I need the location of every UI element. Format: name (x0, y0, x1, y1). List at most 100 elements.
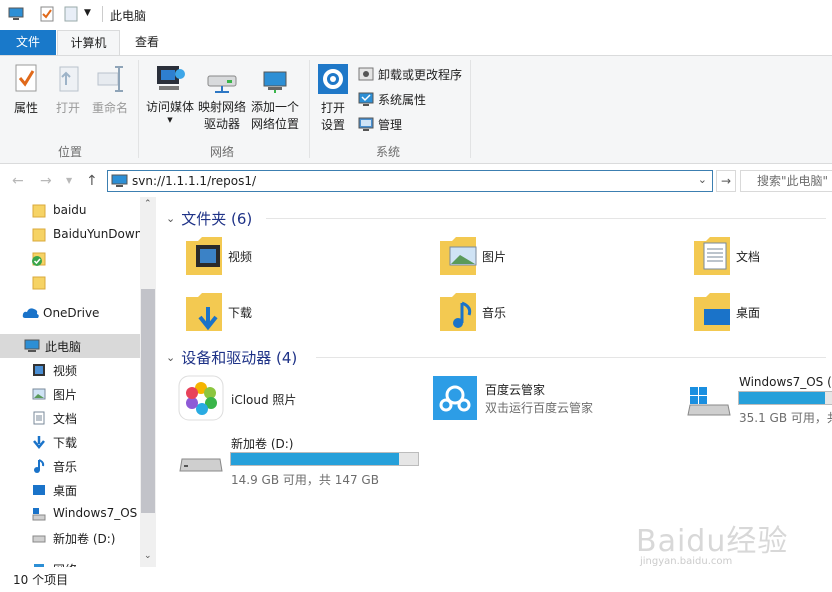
properties-icon (15, 64, 37, 92)
nav-item-desktop[interactable]: 桌面 (0, 478, 140, 502)
nav-item-windows7-os[interactable]: Windows7_OS (0, 502, 140, 526)
system-properties-button[interactable]: 系统属性 (358, 88, 426, 110)
group-separator (138, 60, 139, 158)
recent-dropdown-icon[interactable]: ▼ (66, 176, 72, 185)
drive-usage-fill (231, 453, 400, 465)
open-settings-button[interactable]: 打开 设置 (314, 63, 352, 134)
open-button[interactable]: 打开 (52, 63, 84, 117)
computer-icon[interactable] (8, 7, 24, 21)
title-bar: ▼ 此电脑 (0, 0, 832, 30)
status-bar: 10 个项目 (0, 567, 832, 592)
map-network-drive-button[interactable]: 映射网络 驱动器 (196, 70, 248, 133)
nav-item-baidu[interactable]: baidu (0, 199, 140, 223)
up-arrow-icon[interactable]: ↑ (86, 173, 98, 189)
folder-downloads[interactable]: 下载 (184, 289, 424, 339)
music-folder-icon (440, 293, 476, 331)
new-folder-icon[interactable] (64, 6, 78, 22)
open-icon (59, 66, 79, 92)
video-folder-icon (186, 237, 222, 275)
folder-icon (32, 204, 46, 218)
scroll-down-icon[interactable]: ⌄ (144, 551, 152, 561)
drive-icon (179, 458, 223, 472)
nav-item-folder[interactable] (0, 271, 140, 295)
device-icloud-photos[interactable]: iCloud 照片 (178, 375, 418, 425)
scroll-up-icon[interactable]: ⌃ (144, 199, 152, 209)
device-windows7-os[interactable]: Windows7_OS (C 35.1 GB 可用，共 (686, 375, 832, 425)
window-title: 此电脑 (110, 9, 147, 23)
section-folders-title: 文件夹 (6) (181, 209, 253, 228)
collapse-chevron-icon[interactable]: ⌄ (166, 351, 175, 364)
drive-usage-bar (738, 391, 832, 405)
picture-icon (32, 388, 46, 400)
nav-item-onedrive[interactable]: OneDrive (0, 302, 130, 326)
group-separator (470, 60, 471, 158)
add-network-location-button[interactable]: 添加一个 网络位置 (248, 70, 302, 133)
folder-icon (32, 228, 46, 242)
folder-videos[interactable]: 视频 (184, 233, 424, 283)
search-input[interactable]: 搜索"此电脑" (740, 170, 832, 192)
uninstall-programs-button[interactable]: 卸载或更改程序 (358, 63, 462, 85)
drive-icon (32, 535, 46, 543)
document-folder-icon (694, 237, 730, 275)
group-label-location: 位置 (57, 145, 82, 159)
refresh-button[interactable]: → (716, 170, 736, 192)
download-folder-icon (186, 293, 222, 331)
customize-dropdown-icon[interactable]: ▼ (84, 8, 91, 18)
properties-button[interactable]: 属性 (8, 63, 44, 117)
folder-icon (32, 276, 46, 290)
item-count: 10 个项目 (13, 573, 69, 587)
picture-folder-icon (440, 237, 477, 275)
nav-scrollbar[interactable]: ⌃ ⌄ (140, 197, 156, 567)
group-separator (309, 60, 310, 158)
tab-view[interactable]: 查看 (124, 30, 170, 55)
tab-computer[interactable]: 计算机 (57, 30, 120, 56)
address-path[interactable]: svn://1.1.1.1/repos1/ (132, 174, 256, 188)
properties-check-icon[interactable] (40, 6, 54, 22)
nav-item-baiduyundown[interactable]: BaiduYunDown (0, 223, 142, 247)
address-bar[interactable]: svn://1.1.1.1/repos1/ ⌄ (107, 170, 713, 192)
section-folders[interactable]: ⌄ 文件夹 (6) (166, 207, 826, 229)
ribbon: 属性 打开 重命名 位置 访问媒体 ▼ 映射网络 驱动器 添加一个 网络位置 网… (0, 55, 832, 164)
device-baidu-cloud[interactable]: 百度云管家 双击运行百度云管家 (432, 375, 672, 425)
nav-item-volume-d[interactable]: 新加卷 (D:) (0, 526, 140, 550)
nav-item-network[interactable]: 网络 (0, 557, 140, 567)
cloud-icon (22, 308, 39, 318)
title-divider (102, 6, 103, 22)
system-drive-icon (32, 508, 46, 521)
watermark-url: jingyan.baidu.com (640, 556, 733, 567)
explorer-window: ▼ 此电脑 文件 计算机 查看 属性 打开 重命名 位置 访问媒体 ▼ 映射网络… (0, 0, 832, 592)
folder-pictures[interactable]: 图片 (438, 233, 678, 283)
desktop-folder-icon (694, 293, 730, 331)
group-label-network: 网络 (209, 145, 234, 159)
nav-item-videos[interactable]: 视频 (0, 358, 140, 382)
nav-item-downloads[interactable]: 下载 (0, 430, 140, 454)
download-arrow-icon (33, 436, 45, 449)
gear-icon (318, 64, 348, 94)
device-volume-d[interactable]: 新加卷 (D:) 14.9 GB 可用，共 147 GB (178, 435, 428, 487)
nav-item-pictures[interactable]: 图片 (0, 382, 140, 406)
scrollbar-thumb[interactable] (141, 289, 155, 513)
navigation-pane: baidu BaiduYunDown OneDrive 此电脑 视频 图片 文档… (0, 197, 156, 567)
collapse-chevron-icon[interactable]: ⌄ (166, 212, 175, 225)
access-media-button[interactable]: 访问媒体 ▼ (144, 62, 196, 124)
back-arrow-icon[interactable]: ← (12, 173, 24, 189)
uninstall-icon (358, 67, 374, 81)
manage-button[interactable]: 管理 (358, 113, 402, 135)
forward-arrow-icon[interactable]: → (40, 173, 52, 189)
nav-item-synced-folder[interactable] (0, 247, 140, 271)
tab-file[interactable]: 文件 (0, 30, 56, 55)
folder-desktop[interactable]: 桌面 (692, 289, 832, 339)
nav-item-this-pc[interactable]: 此电脑 (0, 334, 140, 358)
address-dropdown-icon[interactable]: ⌄ (698, 173, 707, 186)
nav-item-documents[interactable]: 文档 (0, 406, 140, 430)
section-devices[interactable]: ⌄ 设备和驱动器 (4) (166, 346, 826, 368)
content-pane: ⌄ 文件夹 (6) 视频 图片 文档 下载 音乐 桌面 ⌄ 设备和驱动器 (4)… (156, 197, 832, 567)
film-icon (33, 364, 45, 376)
media-icon (157, 66, 185, 90)
watermark-logo: Baidu经验 (636, 524, 789, 559)
folder-documents[interactable]: 文档 (692, 233, 832, 283)
rename-button[interactable]: 重命名 (90, 63, 130, 117)
address-row: ← → ▼ ↑ svn://1.1.1.1/repos1/ ⌄ → 搜索"此电脑… (0, 165, 832, 197)
nav-item-music[interactable]: 音乐 (0, 454, 140, 478)
folder-music[interactable]: 音乐 (438, 289, 678, 339)
